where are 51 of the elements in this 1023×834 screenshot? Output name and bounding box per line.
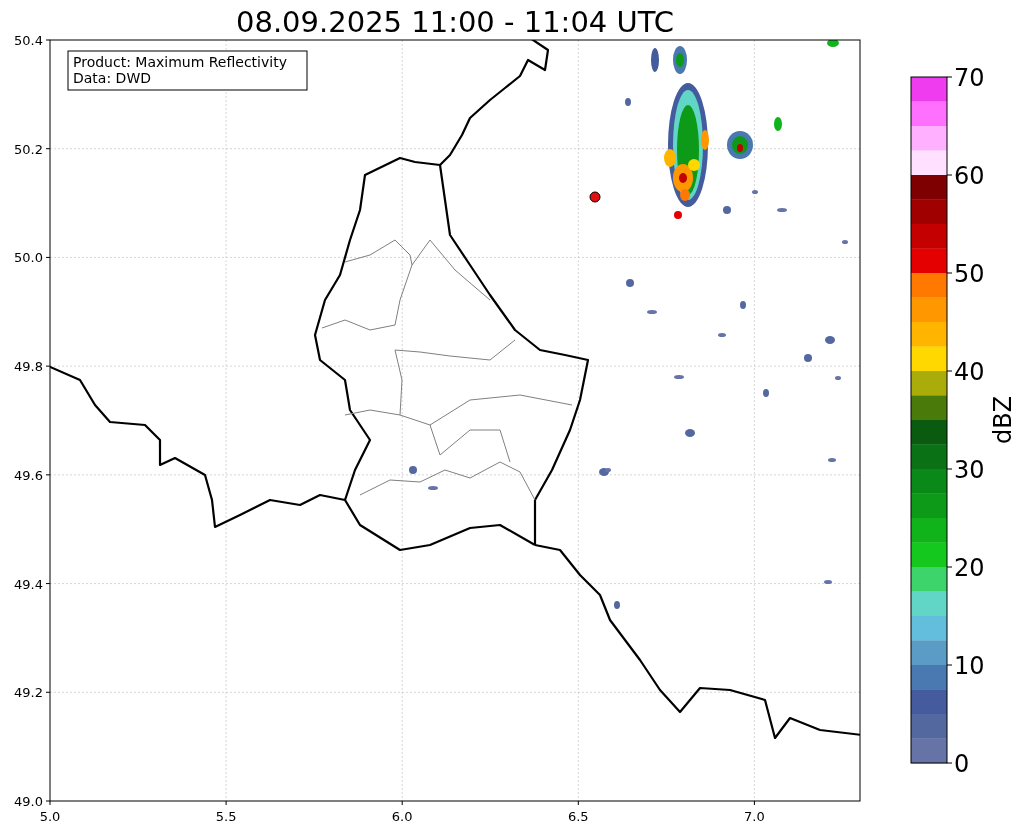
radar-echo <box>428 486 438 490</box>
radar-echo <box>651 48 659 72</box>
colorbar-tick-label: 20 <box>954 554 985 582</box>
axis-tick-label: 49.2 <box>14 685 43 701</box>
axis-tick-label: 50.2 <box>14 141 43 157</box>
colorbar-tick-label: 0 <box>954 750 970 778</box>
axis-tick-label: 6.5 <box>567 809 589 824</box>
radar-echo <box>718 333 726 337</box>
radar-echo <box>674 375 684 379</box>
axis-tick-label: 50.4 <box>14 33 43 48</box>
radar-echo <box>740 301 746 309</box>
radar-echo <box>828 458 836 462</box>
axis-tick-label: 6.0 <box>391 809 413 824</box>
radar-echo <box>752 190 758 194</box>
radar-echo <box>824 580 832 584</box>
radar-echo <box>727 131 753 159</box>
axis-tick-label: 49.6 <box>14 467 43 483</box>
radar-echo <box>614 601 620 609</box>
colorbar-label: dBZ <box>989 395 1017 445</box>
radar-echo <box>835 376 841 380</box>
radar-echo <box>763 389 769 397</box>
info-text: Data: DWD <box>73 70 151 86</box>
radar-echo <box>409 466 417 474</box>
location-marker <box>589 191 601 203</box>
radar-echo <box>825 336 835 344</box>
axis-tick-label: 5.5 <box>215 809 237 824</box>
colorbar-tick-label: 40 <box>954 358 985 386</box>
axis-tick-label: 5.0 <box>39 809 61 824</box>
radar-echo <box>685 429 695 437</box>
radar-echo <box>804 354 812 362</box>
radar-echo <box>723 206 731 214</box>
axis-tick-label: 49.0 <box>14 794 43 809</box>
axis-tick-label: 50.0 <box>14 250 43 266</box>
colorbar-tick-label: 70 <box>954 64 985 92</box>
radar-echo <box>673 46 687 74</box>
axis-tick-label: 49.4 <box>14 576 43 592</box>
axis-tick-label: 7.0 <box>744 809 765 824</box>
radar-echo <box>777 208 787 212</box>
radar-echo <box>842 240 848 244</box>
radar-echo <box>774 117 782 131</box>
radar-echo <box>626 279 634 287</box>
colorbar-tick-label: 50 <box>954 260 985 288</box>
colorbar-tick-label: 60 <box>954 162 985 190</box>
radar-echo <box>625 98 631 106</box>
colorbar-tick-label: 30 <box>954 456 985 484</box>
colorbar-tick-label: 10 <box>954 652 985 680</box>
chart-title: 08.09.2025 11:00 - 11:04 UTC <box>236 5 674 39</box>
info-text: Product: Maximum Reflectivity <box>73 54 287 70</box>
radar-echo <box>647 310 657 314</box>
axis-tick-label: 49.8 <box>14 359 43 375</box>
radar-echo <box>827 40 839 47</box>
